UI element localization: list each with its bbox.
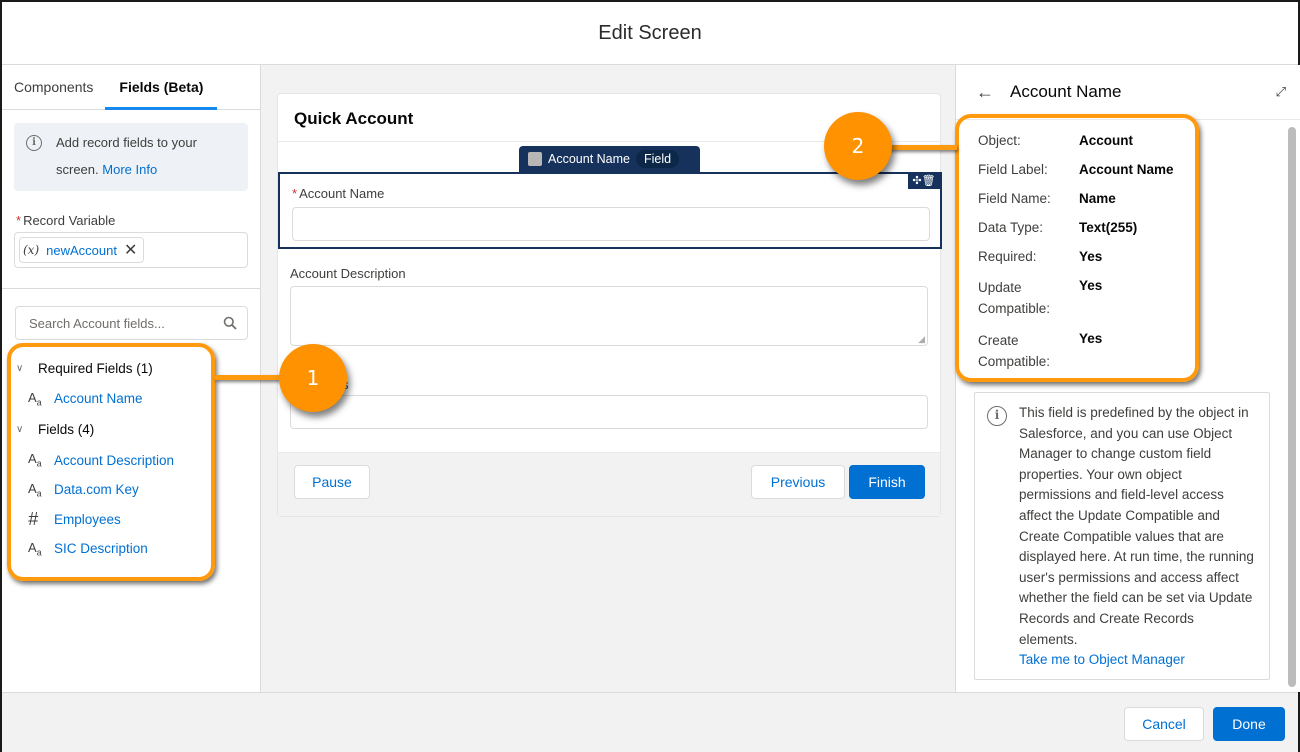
third-field-input[interactable] (290, 395, 928, 429)
record-variable-input[interactable]: (x) newAccount ✕ (14, 232, 248, 268)
field-actions: ✣🗑 (908, 174, 940, 189)
back-arrow-icon[interactable]: ← (976, 82, 994, 103)
callout-2-connector (887, 145, 957, 150)
field-badge: Field (635, 150, 680, 168)
edit-screen-modal: Edit Screen Components Fields (Beta) i A… (0, 0, 1300, 752)
component-icon (528, 152, 542, 166)
info-icon: i (987, 406, 1007, 426)
callout-1-badge: 1 (279, 344, 347, 412)
callout-1-highlight (7, 343, 215, 581)
previous-button[interactable]: Previous (751, 465, 845, 499)
search-icon (223, 316, 237, 330)
finish-button[interactable]: Finish (849, 465, 925, 499)
account-name-input[interactable] (292, 207, 930, 241)
callout-1-connector (215, 375, 287, 380)
record-variable-pill[interactable]: (x) newAccount ✕ (19, 237, 145, 263)
search-fields-input[interactable]: Search Account fields... (15, 306, 248, 340)
required-marker: * (16, 213, 22, 228)
pause-button[interactable]: Pause (294, 465, 370, 499)
modal-footer: Cancel Done (2, 692, 1298, 752)
scrollbar[interactable] (1288, 127, 1296, 687)
record-variable-label: * Record Variable (16, 213, 116, 228)
selected-component-tab[interactable]: Account Name Field (519, 146, 700, 172)
record-variable-value[interactable]: newAccount (46, 243, 117, 258)
divider (2, 288, 260, 289)
resize-handle-icon[interactable]: ◢ (918, 334, 925, 345)
property-panel-header: ← Account Name ⤢ (956, 65, 1300, 120)
selected-field-account-name[interactable]: ✣🗑 * Account Name (278, 172, 942, 249)
account-description-label: Account Description (290, 266, 406, 281)
more-info-link[interactable]: More Info (102, 162, 157, 177)
info-icon: i (26, 135, 42, 151)
done-button[interactable]: Done (1213, 707, 1285, 741)
account-name-label: * Account Name (292, 186, 385, 201)
move-icon[interactable]: ✣ (912, 175, 921, 187)
remove-variable-icon[interactable]: ✕ (124, 240, 137, 260)
expand-icon[interactable]: ⤢ (1276, 84, 1286, 100)
panel-tabs: Components Fields (Beta) (2, 65, 260, 110)
delete-icon[interactable]: 🗑 (922, 175, 936, 187)
property-panel-title: Account Name (1010, 82, 1122, 101)
variable-icon: (x) (23, 243, 40, 257)
tab-fields-beta[interactable]: Fields (Beta) (105, 65, 218, 110)
object-manager-link[interactable]: Take me to Object Manager (1019, 652, 1185, 667)
account-description-textarea[interactable]: ◢ (290, 286, 928, 346)
cancel-button[interactable]: Cancel (1124, 707, 1204, 741)
modal-title: Edit Screen (598, 21, 702, 44)
note-text: This field is predefined by the object i… (1019, 405, 1254, 647)
tab-components[interactable]: Components (14, 65, 93, 109)
predefined-field-note: i This field is predefined by the object… (974, 392, 1270, 680)
search-placeholder: Search Account fields... (29, 315, 165, 331)
modal-header: Edit Screen (2, 2, 1298, 65)
screen-footer: Pause Previous Finish (278, 452, 940, 516)
info-box: i Add record fields to your screen. More… (14, 123, 248, 191)
callout-2-highlight (955, 114, 1199, 382)
callout-2-badge: 2 (824, 112, 892, 180)
